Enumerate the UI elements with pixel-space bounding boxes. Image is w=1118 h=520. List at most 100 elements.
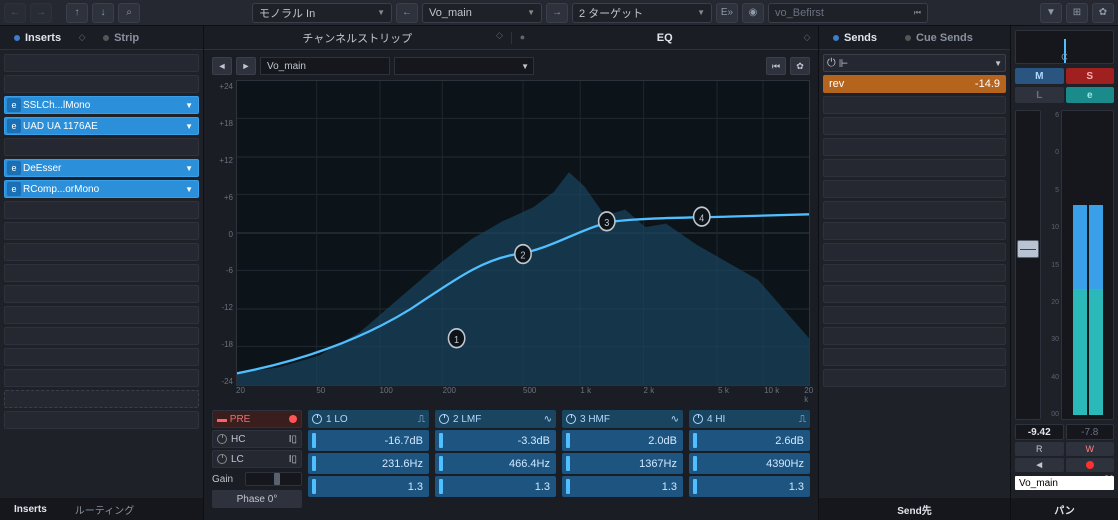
edit-icon[interactable]: e [7, 98, 21, 112]
insert-slot[interactable]: eDeEsser▼ [4, 159, 199, 177]
insert-slot[interactable] [4, 138, 199, 156]
edit-button[interactable]: e [1066, 87, 1115, 103]
eq-preset-select[interactable]: ▼ [394, 57, 534, 75]
band-q[interactable]: 1.3 [562, 476, 683, 497]
eq-reset-button[interactable]: ⏮ [766, 57, 786, 75]
band-freq[interactable]: 466.4Hz [435, 453, 556, 474]
insert-slot[interactable] [4, 327, 199, 345]
send-slot[interactable] [823, 201, 1006, 219]
insert-slot-divider[interactable] [4, 390, 199, 408]
band-header[interactable]: 2 LMF∿ [435, 410, 556, 428]
shelf-icon[interactable]: ⎍ [799, 414, 806, 425]
edit-icon[interactable]: e [7, 119, 21, 133]
up-button[interactable]: ↑ [66, 3, 88, 23]
preset-icon-button[interactable]: ◉ [742, 3, 764, 23]
next-track-button[interactable]: → [546, 3, 568, 23]
send-power-row[interactable]: ⏻⊩ ▼ [823, 54, 1006, 72]
insert-slot[interactable] [4, 348, 199, 366]
insert-slot[interactable] [4, 201, 199, 219]
tab-routing[interactable]: ルーティング [61, 502, 148, 517]
prev-track-button[interactable]: ← [396, 3, 418, 23]
functions-menu-button[interactable]: ▼ [1040, 3, 1062, 23]
down-button[interactable]: ↓ [92, 3, 114, 23]
fader-level[interactable]: -9.42 [1015, 424, 1064, 440]
send-slot[interactable] [823, 159, 1006, 177]
band-freq[interactable]: 231.6Hz [308, 453, 429, 474]
tab-sends[interactable]: Sends [819, 26, 891, 49]
bell-icon[interactable]: ∿ [671, 414, 679, 425]
edit-icon[interactable]: e [7, 182, 21, 196]
solo-button[interactable]: S [1066, 68, 1115, 84]
pan-control[interactable]: C [1015, 30, 1114, 64]
send-slot-active[interactable]: rev -14.9 [823, 75, 1006, 93]
listen-button[interactable]: L [1015, 87, 1064, 103]
chevron-down-icon[interactable]: ▼ [182, 164, 196, 173]
eq-graph[interactable]: 1 2 3 4 [236, 80, 810, 386]
record-enable-button[interactable] [1066, 458, 1115, 472]
monitor-button[interactable]: ◄ [1015, 458, 1064, 472]
band-gain[interactable]: -16.7dB [308, 430, 429, 451]
band-freq[interactable]: 1367Hz [562, 453, 683, 474]
band-header[interactable]: 1 LO⎍ [308, 410, 429, 428]
insert-slot[interactable] [4, 369, 199, 387]
send-slot[interactable] [823, 327, 1006, 345]
shelf-icon[interactable]: ⎍ [418, 414, 425, 425]
pre-button[interactable]: ▬ PRE [212, 410, 302, 428]
hc-button[interactable]: HCI▯ [212, 430, 302, 448]
preset-select[interactable]: vo_Befirst ⏮ [768, 3, 928, 23]
read-button[interactable]: R [1015, 442, 1064, 456]
track-select[interactable]: Vo_main ▼ [422, 3, 542, 23]
band-gain[interactable]: 2.6dB [689, 430, 810, 451]
peak-level[interactable]: -7.8 [1066, 424, 1115, 440]
send-slot[interactable] [823, 306, 1006, 324]
nav-back-button[interactable]: ← [4, 3, 26, 23]
inserts-bypass-icon[interactable]: ◇ [75, 32, 89, 43]
band-q[interactable]: 1.3 [308, 476, 429, 497]
bell-icon[interactable]: ∿ [544, 414, 552, 425]
chevron-down-icon[interactable]: ▼ [182, 122, 196, 131]
band-gain[interactable]: 2.0dB [562, 430, 683, 451]
insert-slot[interactable] [4, 243, 199, 261]
eq-bypass-icon[interactable]: ● [516, 32, 530, 42]
write-button[interactable]: W [1066, 442, 1115, 456]
chevron-down-icon[interactable]: ▼ [182, 101, 196, 110]
send-slot[interactable] [823, 285, 1006, 303]
layout-button[interactable]: ⊞ [1066, 3, 1088, 23]
tab-pan[interactable]: パン [1040, 502, 1089, 517]
insert-slot[interactable] [4, 75, 199, 93]
send-slot[interactable] [823, 264, 1006, 282]
send-slot[interactable] [823, 348, 1006, 366]
output-routing-select[interactable]: 2 ターゲット ▼ [572, 3, 712, 23]
eq-settings-button[interactable]: ✿ [790, 57, 810, 75]
chevron-down-icon[interactable]: ▼ [182, 185, 196, 194]
insert-slot[interactable] [4, 54, 199, 72]
send-slot[interactable] [823, 369, 1006, 387]
band-header[interactable]: 3 HMF∿ [562, 410, 683, 428]
volume-fader[interactable] [1015, 110, 1041, 420]
insert-slot[interactable]: eSSLCh...lMono▼ [4, 96, 199, 114]
send-slot[interactable] [823, 180, 1006, 198]
insert-slot[interactable] [4, 222, 199, 240]
link-icon[interactable]: ◇ [493, 30, 507, 41]
send-slot[interactable] [823, 243, 1006, 261]
track-name-field[interactable]: Vo_main [1015, 476, 1114, 490]
tab-inserts-bottom[interactable]: Inserts [0, 504, 61, 515]
edit-icon[interactable]: e [7, 161, 21, 175]
insert-slot[interactable] [4, 264, 199, 282]
send-slot[interactable] [823, 138, 1006, 156]
link-icon[interactable]: ◇ [800, 32, 814, 43]
settings-button[interactable]: ✿ [1092, 3, 1114, 23]
band-q[interactable]: 1.3 [435, 476, 556, 497]
band-gain[interactable]: -3.3dB [435, 430, 556, 451]
send-slot[interactable] [823, 96, 1006, 114]
insert-slot[interactable]: eUAD UA 1176AE▼ [4, 117, 199, 135]
band-freq[interactable]: 4390Hz [689, 453, 810, 474]
band-q[interactable]: 1.3 [689, 476, 810, 497]
insert-slot[interactable] [4, 306, 199, 324]
tab-send-dest[interactable]: Send先 [883, 502, 945, 517]
phase-button[interactable]: Phase 0° [212, 490, 302, 508]
nav-fwd-button[interactable]: → [30, 3, 52, 23]
eq-next-button[interactable]: ► [236, 57, 256, 75]
search-button[interactable]: ⌕ [118, 3, 140, 23]
fader-handle[interactable] [1017, 240, 1039, 258]
